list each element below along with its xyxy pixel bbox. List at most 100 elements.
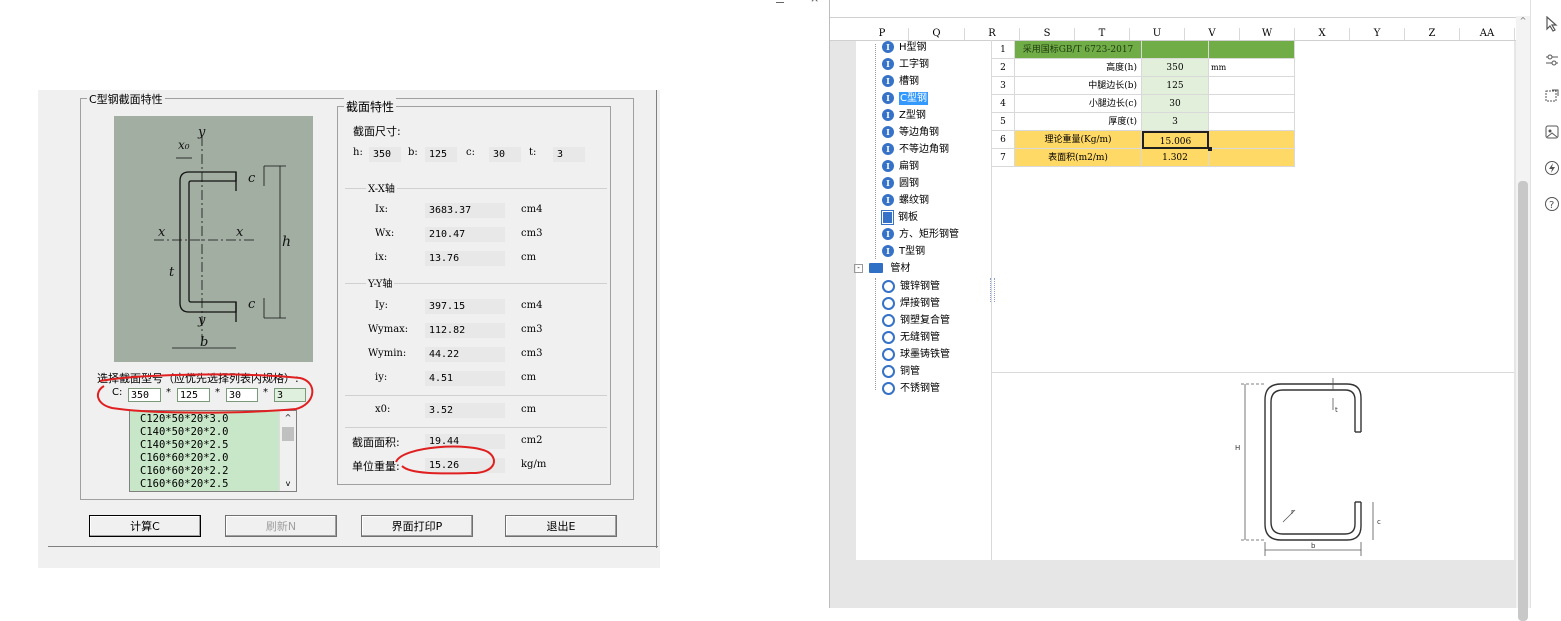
tree-item-tube[interactable]: 钢塑复合管 xyxy=(882,312,950,329)
input-cell-height[interactable]: 350 xyxy=(1142,59,1209,77)
area-result-cell[interactable]: 1.302 xyxy=(1142,149,1209,167)
i-beam-icon: I xyxy=(882,143,894,155)
tree-vertical-line-tubes xyxy=(875,278,876,390)
extra-cell[interactable] xyxy=(1209,113,1295,131)
tree-item-flat-steel[interactable]: I 扁钢 xyxy=(882,158,919,175)
scroll-up-icon[interactable]: ^ xyxy=(1516,16,1530,25)
plate-icon xyxy=(881,209,894,225)
sketch-r-label: r xyxy=(1291,508,1294,516)
annotation-weight-circle xyxy=(395,445,495,475)
extra-cell[interactable] xyxy=(1209,77,1295,95)
label-cell[interactable]: 高度(h) xyxy=(1015,59,1142,77)
tree-item-z-steel[interactable]: I Z型钢 xyxy=(882,107,926,124)
cursor-icon[interactable] xyxy=(1544,15,1560,32)
header-extra-cell[interactable] xyxy=(1209,41,1295,59)
c-section-sketch: t H r c b xyxy=(1235,378,1381,556)
tree-item-t-steel[interactable]: I T型钢 xyxy=(882,243,925,260)
label-cell[interactable]: 中腿边长(b) xyxy=(1015,77,1142,95)
help-icon[interactable]: ? xyxy=(1544,196,1560,212)
sheet-gray-left xyxy=(830,40,856,608)
col-header[interactable]: Z xyxy=(1405,28,1460,40)
tree-item-tube[interactable]: 镀锌钢管 xyxy=(882,278,940,295)
tree-item-tube[interactable]: 焊接钢管 xyxy=(882,295,940,312)
tube-icon xyxy=(882,296,895,310)
tree-item-tube[interactable]: 不锈钢管 xyxy=(882,380,940,397)
standard-header-cell[interactable]: 采用国标GB/T 6723-2017 xyxy=(1015,41,1142,59)
row-number[interactable]: 3 xyxy=(992,77,1015,95)
label-cell[interactable]: 厚度(t) xyxy=(1015,113,1142,131)
annotation-inputs-circle xyxy=(96,373,314,414)
row-number[interactable]: 7 xyxy=(992,149,1015,167)
col-header[interactable]: T xyxy=(1075,28,1130,40)
col-header[interactable]: U xyxy=(1130,28,1185,40)
col-header[interactable]: S xyxy=(1020,28,1075,40)
col-header[interactable]: V xyxy=(1185,28,1240,40)
input-cell-lip[interactable]: 30 xyxy=(1142,95,1209,113)
input-cell-thickness[interactable]: 3 xyxy=(1142,113,1209,131)
tree-item-c-steel[interactable]: I C型钢 xyxy=(882,90,928,107)
split-handle[interactable] xyxy=(990,278,995,302)
row-number[interactable]: 5 xyxy=(992,113,1015,131)
extra-cell[interactable] xyxy=(1209,131,1295,149)
label-cell[interactable]: 小腿边长(c) xyxy=(1015,95,1142,113)
formula-bar[interactable] xyxy=(830,0,1530,18)
col-header[interactable]: X xyxy=(1295,28,1350,40)
window-close-icon[interactable]: × xyxy=(810,0,819,5)
sketch-h-label: H xyxy=(1235,444,1240,452)
row-number[interactable]: 6 xyxy=(992,131,1015,149)
tree-item-round-steel[interactable]: I 圆钢 xyxy=(882,175,919,192)
i-beam-icon: I xyxy=(882,92,894,104)
scroll-thumb[interactable] xyxy=(1518,181,1528,621)
window-minimize-icon[interactable] xyxy=(776,0,784,3)
row-number[interactable]: 1 xyxy=(992,41,1015,59)
tree-item-unequal-angle[interactable]: I 不等边角钢 xyxy=(882,141,949,158)
tree-item-tube[interactable]: 球墨铸铁管 xyxy=(882,346,950,363)
col-header[interactable]: R xyxy=(965,28,1020,40)
col-header[interactable]: Y xyxy=(1350,28,1405,40)
col-header[interactable]: AA xyxy=(1460,28,1515,40)
i-beam-icon: I xyxy=(882,177,894,189)
adjust-icon[interactable] xyxy=(1544,52,1560,68)
header-value-cell[interactable] xyxy=(1142,41,1209,59)
sheet-vertical-scrollbar[interactable]: ^ xyxy=(1516,16,1530,621)
i-beam-icon: I xyxy=(882,126,894,138)
tree-item-channel[interactable]: I 槽钢 xyxy=(882,73,919,90)
tree-folder-tubes[interactable]: - 管材 xyxy=(854,260,910,277)
tube-icon xyxy=(882,381,895,395)
tree-item-tube[interactable]: 铜管 xyxy=(882,363,920,380)
image-tools-icon[interactable] xyxy=(1544,124,1560,140)
red-annotations xyxy=(96,373,495,475)
row-number[interactable]: 4 xyxy=(992,95,1015,113)
transform-icon[interactable] xyxy=(1544,88,1560,104)
tree-item-rect-tube[interactable]: I 方、矩形钢管 xyxy=(882,226,959,243)
sketch-c-label: c xyxy=(1377,518,1381,526)
col-header[interactable]: W xyxy=(1240,28,1295,40)
i-beam-icon: I xyxy=(882,160,894,172)
i-beam-icon: I xyxy=(882,75,894,87)
tree-item-equal-angle[interactable]: I 等边角钢 xyxy=(882,124,939,141)
extra-cell[interactable] xyxy=(1209,95,1295,113)
collapse-toggle-icon[interactable]: - xyxy=(854,263,863,273)
extra-cell[interactable] xyxy=(1209,149,1295,167)
i-beam-icon: I xyxy=(882,58,894,70)
tree-item-steel-plate[interactable]: 钢板 xyxy=(881,209,918,226)
section-drawing-image: t H r c b xyxy=(1203,374,1391,558)
unit-cell[interactable]: mm xyxy=(1209,59,1295,77)
lightning-icon[interactable] xyxy=(1544,160,1560,176)
folder-icon xyxy=(869,263,884,273)
tree-item-i-beam[interactable]: I 工字钢 xyxy=(882,56,929,73)
tube-icon xyxy=(882,347,895,361)
tree-item-rebar[interactable]: I 螺纹钢 xyxy=(882,192,929,209)
label-cell[interactable]: 理论重量(Kg/m) xyxy=(1015,131,1142,149)
i-beam-icon: I xyxy=(882,109,894,121)
weight-result-cell[interactable]: 15.006 xyxy=(1142,131,1209,149)
tube-icon xyxy=(882,313,895,327)
row-number[interactable]: 2 xyxy=(992,59,1015,77)
tube-icon xyxy=(882,279,895,293)
input-cell-width[interactable]: 125 xyxy=(1142,77,1209,95)
tree-item-h-steel[interactable]: I H型钢 xyxy=(882,39,927,56)
fill-handle[interactable] xyxy=(1208,147,1212,151)
tree-item-tube[interactable]: 无缝钢管 xyxy=(882,329,940,346)
i-beam-icon: I xyxy=(882,41,894,53)
label-cell[interactable]: 表面积(m2/m) xyxy=(1015,149,1142,167)
